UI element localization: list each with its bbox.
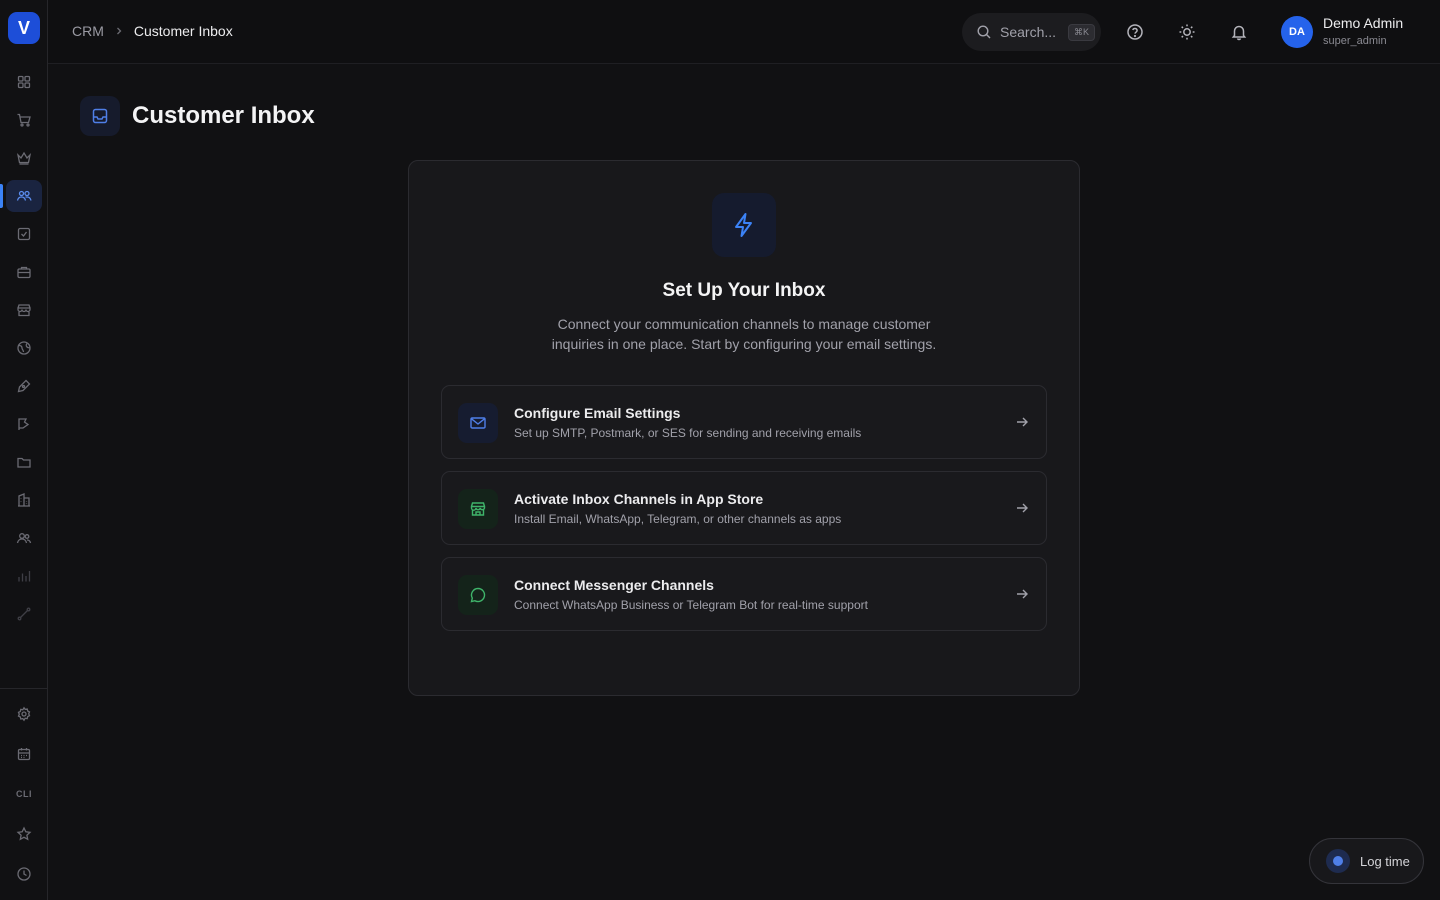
- inbox-icon: [80, 96, 120, 136]
- connect-messenger-option[interactable]: Connect Messenger Channels Connect Whats…: [441, 557, 1047, 631]
- chevron-right-icon: [114, 26, 124, 36]
- grid-icon[interactable]: [6, 66, 42, 98]
- theme-sun-icon[interactable]: [1175, 20, 1199, 44]
- settings-gear-icon[interactable]: [6, 698, 42, 730]
- option-title: Activate Inbox Channels in App Store: [514, 491, 764, 507]
- timer-icon: [1326, 849, 1350, 873]
- cli-label: CLI: [16, 789, 32, 799]
- cart-icon[interactable]: [6, 104, 42, 136]
- crown-icon[interactable]: [6, 142, 42, 174]
- user-avatar[interactable]: DA: [1281, 16, 1313, 48]
- users-icon[interactable]: [6, 180, 42, 212]
- log-time-button[interactable]: Log time: [1309, 838, 1424, 884]
- user-role: super_admin: [1323, 35, 1387, 47]
- card-description: Connect your communication channels to m…: [551, 316, 937, 352]
- arrow-right-icon: [1014, 586, 1030, 602]
- route-icon[interactable]: [6, 598, 42, 630]
- star-icon[interactable]: [6, 818, 42, 850]
- configure-email-option[interactable]: Configure Email Settings Set up SMTP, Po…: [441, 385, 1047, 459]
- log-time-label: Log time: [1360, 853, 1410, 869]
- setup-inbox-card: Set Up Your Inbox Connect your communica…: [408, 160, 1080, 696]
- option-subtitle: Set up SMTP, Postmark, or SES for sendin…: [514, 426, 862, 440]
- arrow-right-icon: [1014, 500, 1030, 516]
- active-indicator: [0, 184, 3, 208]
- flag-icon[interactable]: [6, 408, 42, 440]
- cli-button[interactable]: CLI: [6, 778, 42, 810]
- user-name[interactable]: Demo Admin: [1323, 15, 1403, 31]
- search-shortcut-badge: ⌘K: [1068, 23, 1096, 41]
- search-placeholder: Search...: [1000, 24, 1057, 40]
- page-title: Customer Inbox: [132, 102, 315, 129]
- help-icon[interactable]: [1123, 20, 1147, 44]
- sidebar: V CLI: [0, 0, 48, 900]
- option-title: Configure Email Settings: [514, 405, 681, 421]
- arrow-right-icon: [1014, 414, 1030, 430]
- breadcrumb-crm[interactable]: CRM: [72, 23, 104, 39]
- building-icon[interactable]: [6, 484, 42, 516]
- notification-bell-icon[interactable]: [1227, 20, 1251, 44]
- search-button[interactable]: Search... ⌘K: [962, 13, 1101, 51]
- mail-icon: [458, 403, 498, 443]
- message-bubble-icon: [458, 575, 498, 615]
- pen-icon[interactable]: [6, 370, 42, 402]
- option-title: Connect Messenger Channels: [514, 577, 714, 593]
- search-icon: [976, 24, 992, 40]
- breadcrumb: CRM Customer Inbox: [72, 23, 233, 39]
- calendar-icon[interactable]: [6, 738, 42, 770]
- clock-icon[interactable]: [6, 858, 42, 890]
- team-icon[interactable]: [6, 522, 42, 554]
- bar-chart-icon[interactable]: [6, 560, 42, 592]
- briefcase-icon[interactable]: [6, 256, 42, 288]
- globe-icon[interactable]: [6, 332, 42, 364]
- option-subtitle: Install Email, WhatsApp, Telegram, or ot…: [514, 512, 842, 526]
- option-subtitle: Connect WhatsApp Business or Telegram Bo…: [514, 598, 868, 612]
- lightning-bolt-icon: [712, 193, 776, 257]
- activate-channels-option[interactable]: Activate Inbox Channels in App Store Ins…: [441, 471, 1047, 545]
- top-header: CRM Customer Inbox Search... ⌘K DA Demo …: [48, 0, 1440, 64]
- folder-icon[interactable]: [6, 446, 42, 478]
- store-icon: [458, 489, 498, 529]
- sidebar-divider: [0, 688, 47, 689]
- breadcrumb-current: Customer Inbox: [133, 23, 233, 39]
- store-icon[interactable]: [6, 294, 42, 326]
- app-logo[interactable]: V: [8, 12, 40, 44]
- card-title: Set Up Your Inbox: [662, 280, 826, 301]
- checkbox-icon[interactable]: [6, 218, 42, 250]
